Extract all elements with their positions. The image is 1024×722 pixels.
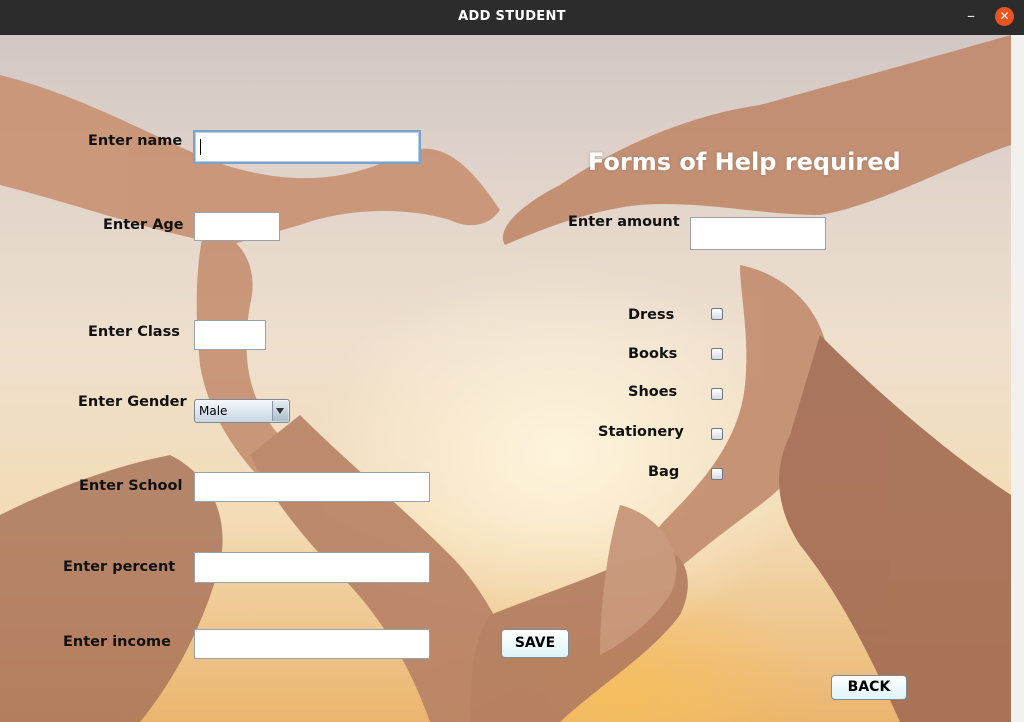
income-input[interactable] xyxy=(194,629,430,659)
stationery-checkbox[interactable] xyxy=(711,428,723,440)
stationery-label: Stationery xyxy=(598,424,684,440)
save-button[interactable]: SAVE xyxy=(501,629,569,658)
age-input[interactable] xyxy=(194,212,280,241)
minimize-icon[interactable]: – xyxy=(963,6,979,26)
bag-label: Bag xyxy=(648,464,680,480)
gender-select[interactable]: Male xyxy=(194,399,290,423)
form-panel: Enter name Enter Age Enter Class Enter G… xyxy=(0,35,1024,722)
class-input[interactable] xyxy=(194,320,266,350)
school-input[interactable] xyxy=(194,472,430,502)
age-label: Enter Age xyxy=(103,217,184,233)
window-edge xyxy=(1011,35,1024,722)
percent-label: Enter percent xyxy=(63,559,176,575)
name-input[interactable] xyxy=(193,130,421,164)
books-label: Books xyxy=(628,346,678,362)
class-label: Enter Class xyxy=(88,324,180,340)
name-label: Enter name xyxy=(88,133,183,149)
shoes-label: Shoes xyxy=(628,384,678,400)
dress-label: Dress xyxy=(628,307,675,323)
gender-selected: Male xyxy=(199,404,228,418)
window-title: ADD STUDENT xyxy=(458,9,566,24)
chevron-down-icon[interactable] xyxy=(272,401,288,421)
amount-input[interactable] xyxy=(690,217,826,250)
gender-label: Enter Gender xyxy=(78,394,187,410)
bag-checkbox[interactable] xyxy=(711,468,723,480)
school-label: Enter School xyxy=(79,478,183,494)
close-icon[interactable]: ✕ xyxy=(995,7,1014,26)
back-button[interactable]: BACK xyxy=(831,675,907,700)
title-bar: ADD STUDENT – ✕ xyxy=(0,0,1024,35)
help-heading: Forms of Help required xyxy=(588,148,901,176)
shoes-checkbox[interactable] xyxy=(711,388,723,400)
books-checkbox[interactable] xyxy=(711,348,723,360)
dress-checkbox[interactable] xyxy=(711,308,723,320)
amount-label: Enter amount xyxy=(568,214,680,230)
text-caret xyxy=(200,139,201,155)
income-label: Enter income xyxy=(63,634,171,650)
percent-input[interactable] xyxy=(194,552,430,583)
